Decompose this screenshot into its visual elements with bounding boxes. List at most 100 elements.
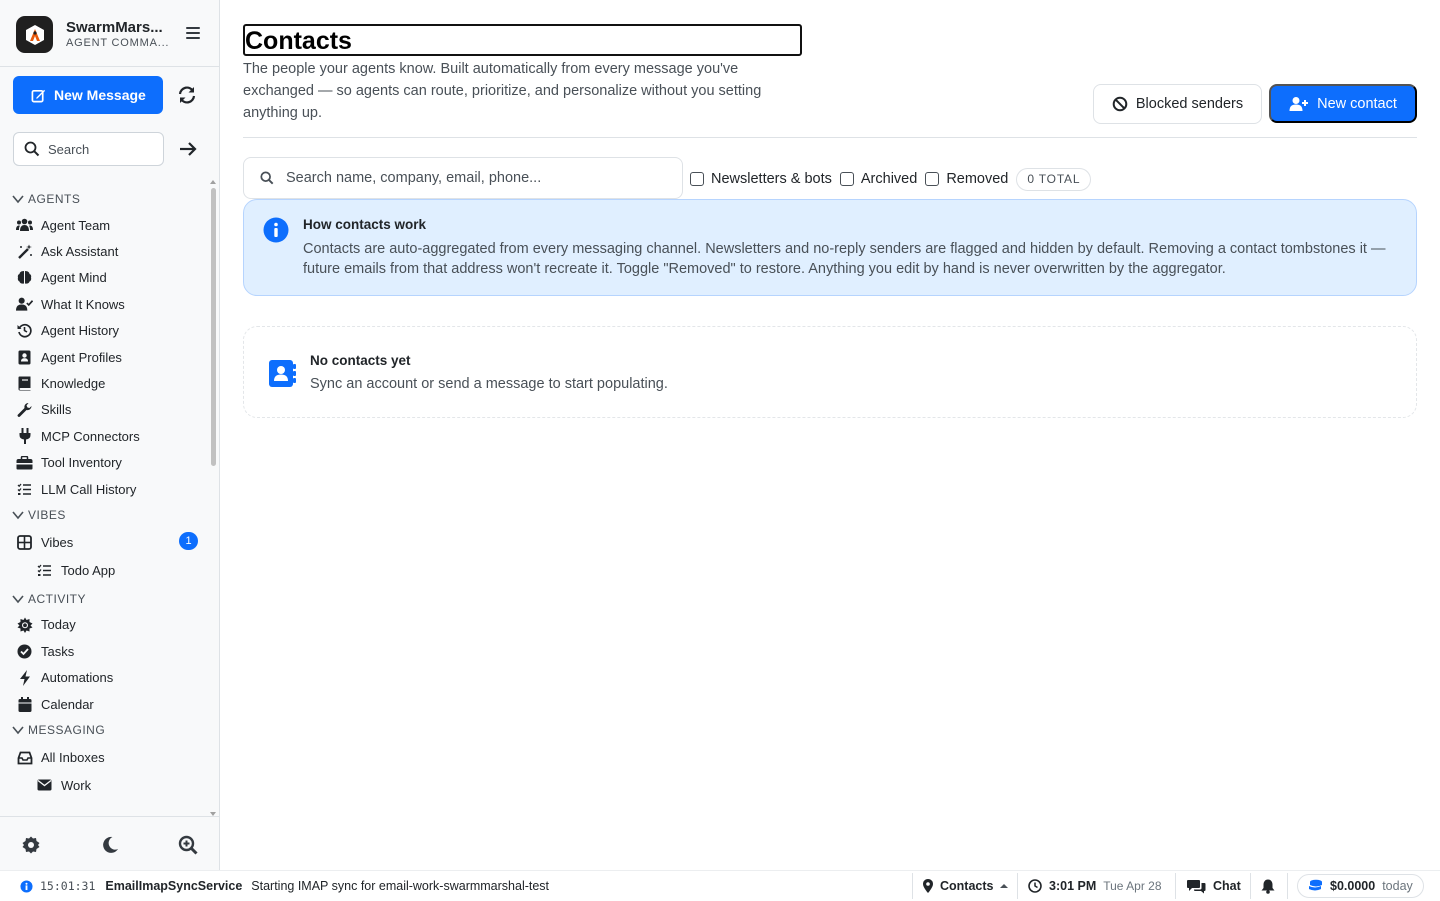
new-message-button[interactable]: New Message: [13, 76, 163, 114]
sidebar-item-label: Todo App: [61, 562, 116, 578]
sidebar-item-label: Agent Mind: [41, 270, 107, 286]
info-icon: [20, 879, 33, 893]
new-contact-label: New contact: [1317, 95, 1397, 112]
sidebar-item-label: Calendar: [41, 696, 94, 712]
sidebar-item-label: Work: [61, 777, 92, 793]
app-logo-icon: [16, 16, 53, 53]
app-subtitle: AGENT COMMA...: [66, 37, 170, 49]
search-icon: [260, 171, 274, 185]
clock-date: Tue Apr 28: [1103, 879, 1162, 893]
sun-icon: [16, 616, 33, 633]
sidebar-item-automations[interactable]: Automations: [0, 664, 208, 690]
ban-icon: [1112, 96, 1128, 112]
sidebar-search[interactable]: [13, 132, 164, 166]
newsletters-filter[interactable]: Newsletters & bots: [690, 171, 832, 187]
profile-card-icon: [16, 349, 33, 366]
arrow-right-icon[interactable]: [178, 140, 198, 158]
user-check-icon: [16, 296, 33, 313]
grid-icon: [16, 534, 33, 551]
sidebar-scrollbar[interactable]: [210, 180, 216, 816]
newsletters-checkbox[interactable]: [690, 172, 704, 186]
sidebar-item-label: Agent History: [41, 323, 120, 339]
newsletters-label: Newsletters & bots: [711, 171, 832, 187]
cost-period: today: [1382, 879, 1413, 893]
sidebar-item-agent-history[interactable]: Agent History: [0, 318, 208, 344]
sidebar-item-label: Automations: [41, 670, 114, 686]
archived-filter[interactable]: Archived: [839, 171, 917, 187]
menu-toggle-icon[interactable]: [186, 27, 200, 42]
refresh-icon[interactable]: [176, 84, 200, 106]
moon-icon[interactable]: [100, 835, 120, 855]
section-messaging[interactable]: MESSAGING: [0, 717, 208, 743]
chevron-down-icon: [12, 726, 24, 735]
sidebar-item-knowledge[interactable]: Knowledge: [0, 370, 208, 396]
info-text: Contacts are auto-aggregated from every …: [303, 241, 1386, 277]
sidebar-item-vibes[interactable]: Vibes 1: [0, 528, 208, 557]
cost-indicator[interactable]: $0.0000 today: [1297, 871, 1424, 901]
info-icon: [263, 217, 289, 243]
compose-icon: [31, 89, 46, 102]
info-title: How contacts work: [303, 217, 427, 232]
contact-search[interactable]: [243, 157, 683, 199]
list-check-icon: [16, 481, 33, 498]
sidebar-item-label: Agent Profiles: [41, 349, 122, 365]
clock-time: 3:01 PM: [1049, 879, 1097, 893]
sidebar-item-what-it-knows[interactable]: What It Knows: [0, 291, 208, 317]
section-vibes[interactable]: VIBES: [0, 502, 208, 528]
sidebar-item-todo-app[interactable]: Todo App: [0, 557, 208, 583]
removed-filter[interactable]: Removed: [925, 171, 1008, 187]
sidebar-footer: [0, 816, 219, 870]
sidebar-search-input[interactable]: [48, 141, 148, 157]
address-book-icon: [269, 360, 296, 387]
gear-icon[interactable]: [21, 835, 41, 855]
bolt-icon: [16, 669, 33, 686]
new-message-label: New Message: [54, 87, 146, 103]
section-activity-label: ACTIVITY: [28, 591, 87, 606]
sidebar-item-skills[interactable]: Skills: [0, 397, 208, 423]
status-bar: 15:01:31 EmailImapSyncService Starting I…: [0, 870, 1440, 900]
chat-icon: [1187, 879, 1206, 893]
sidebar-item-label: Tool Inventory: [41, 455, 122, 471]
removed-checkbox[interactable]: [925, 172, 940, 186]
log-message: Starting IMAP sync for email-work-swarmm…: [251, 879, 550, 893]
main-content: Contacts The people your agents know. Bu…: [220, 0, 1440, 870]
archived-checkbox[interactable]: [839, 172, 854, 186]
sidebar-item-ask-assistant[interactable]: Ask Assistant: [0, 238, 208, 264]
section-activity[interactable]: ACTIVITY: [0, 586, 208, 612]
history-icon: [16, 322, 33, 339]
sidebar-item-llm-call-history[interactable]: LLM Call History: [0, 476, 208, 502]
zoom-in-icon[interactable]: [178, 835, 198, 855]
sidebar-item-tool-inventory[interactable]: Tool Inventory: [0, 450, 208, 476]
user-plus-icon: [1289, 96, 1309, 111]
sidebar-item-mcp-connectors[interactable]: MCP Connectors: [0, 423, 208, 449]
sidebar-item-all-inboxes[interactable]: All Inboxes: [0, 743, 208, 772]
sidebar-divider: [0, 66, 219, 67]
sidebar-item-agent-team[interactable]: Agent Team: [0, 212, 208, 238]
log-entry[interactable]: 15:01:31 EmailImapSyncService Starting I…: [20, 871, 549, 901]
location-indicator[interactable]: Contacts: [923, 871, 1009, 901]
app-name: SwarmMars...: [66, 19, 163, 36]
bell-icon[interactable]: [1261, 871, 1275, 901]
sidebar: SwarmMars... AGENT COMMA... New Message: [0, 0, 220, 870]
sidebar-item-work[interactable]: Work: [0, 772, 208, 798]
sidebar-item-tasks[interactable]: Tasks: [0, 638, 208, 664]
blocked-senders-button[interactable]: Blocked senders: [1093, 84, 1262, 124]
book-icon: [16, 375, 33, 392]
sidebar-item-calendar[interactable]: Calendar: [0, 691, 208, 717]
sidebar-item-agent-mind[interactable]: Agent Mind: [0, 265, 208, 291]
new-contact-button[interactable]: New contact: [1269, 84, 1417, 123]
map-pin-icon: [923, 879, 933, 893]
sidebar-item-today[interactable]: Today: [0, 612, 208, 638]
page-description: The people your agents know. Built autom…: [243, 61, 762, 121]
magic-wand-icon: [16, 243, 33, 260]
chat-button[interactable]: Chat: [1187, 871, 1241, 901]
sidebar-item-label: Skills: [41, 402, 72, 418]
inbox-icon: [16, 749, 33, 766]
sidebar-item-label: All Inboxes: [41, 750, 105, 766]
section-agents[interactable]: AGENTS: [0, 186, 208, 212]
toolbox-icon: [16, 454, 33, 471]
contact-search-input[interactable]: [286, 170, 666, 186]
search-icon: [24, 141, 40, 157]
sidebar-item-agent-profiles[interactable]: Agent Profiles: [0, 344, 208, 370]
sidebar-item-label: LLM Call History: [41, 481, 137, 497]
